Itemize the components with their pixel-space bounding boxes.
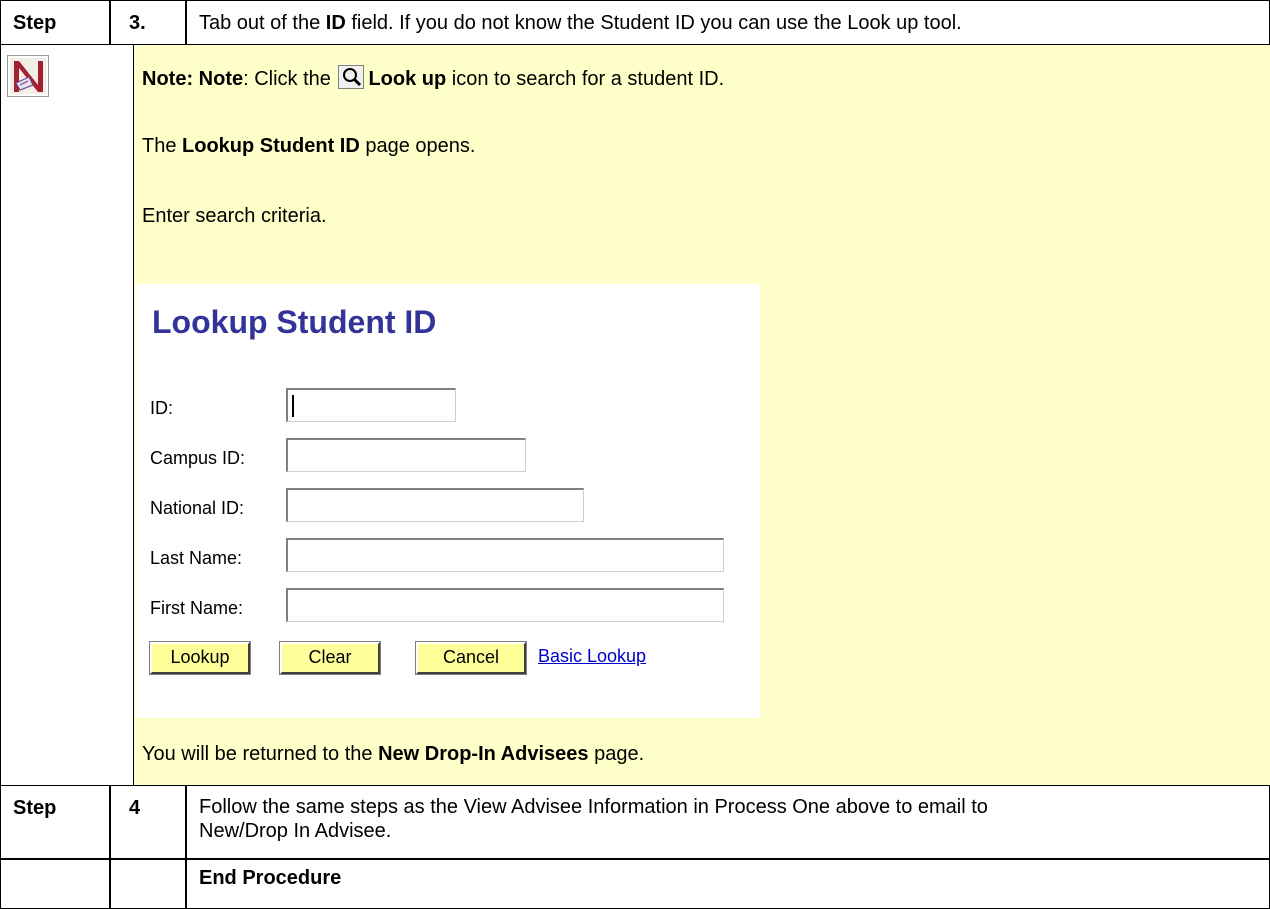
step-text-line-2: New/Drop In Advisee. — [199, 820, 392, 842]
last-name-label: Last Name: — [150, 548, 243, 568]
end-procedure-text: End Procedure — [199, 867, 342, 889]
lookup-title: Lookup Student ID — [152, 304, 437, 340]
cancel-button[interactable]: Cancel — [415, 641, 527, 675]
procedure-table: Step 3. Tab out of the ID field. If you … — [0, 0, 1270, 909]
first-name-label: First Name: — [150, 598, 244, 618]
basic-lookup-link[interactable]: Basic Lookup — [538, 646, 646, 667]
note-line-4: You will be returned to the New Drop-In … — [142, 743, 645, 765]
first-name-input[interactable] — [286, 588, 724, 622]
step-label: Step — [13, 12, 57, 34]
step-text: Tab out of the ID field. If you do not k… — [199, 12, 962, 34]
id-label: ID: — [150, 398, 174, 418]
national-id-label: National ID: — [150, 498, 245, 518]
note-line-3: Enter search criteria. — [142, 205, 327, 227]
step-label-cell: Step — [0, 785, 110, 859]
step-number-cell: 4 — [110, 785, 186, 859]
note-icon — [7, 55, 49, 97]
step-number: 4 — [129, 797, 141, 819]
id-input[interactable] — [286, 388, 456, 422]
national-id-input[interactable] — [286, 488, 584, 522]
end-number-cell — [110, 859, 186, 909]
step-text-cell: Follow the same steps as the View Advise… — [186, 785, 1270, 859]
magnifier-icon — [338, 65, 365, 89]
campus-id-input[interactable] — [286, 438, 526, 472]
note-line-2: The Lookup Student ID page opens. — [142, 135, 476, 157]
step-label-cell: Step — [0, 0, 110, 45]
clear-button[interactable]: Clear — [279, 641, 381, 675]
step-number: 3. — [129, 12, 146, 34]
step-number-cell: 3. — [110, 0, 186, 45]
note-line-1: Note: Note: Click the Look up icon to se… — [142, 65, 724, 91]
last-name-input[interactable] — [286, 538, 724, 572]
campus-id-label: Campus ID: — [150, 448, 246, 468]
step-text-cell: Tab out of the ID field. If you do not k… — [186, 0, 1270, 45]
end-text-cell: End Procedure — [186, 859, 1270, 909]
lookup-screenshot: Lookup Student ID ID: Campus ID: Nationa… — [136, 284, 760, 718]
step-text-line-1: Follow the same steps as the View Advise… — [199, 796, 988, 818]
lookup-button[interactable]: Lookup — [149, 641, 251, 675]
text-cursor — [292, 395, 294, 417]
step-label: Step — [13, 797, 57, 819]
note-icon-cell — [0, 45, 134, 785]
end-label-cell — [0, 859, 110, 909]
